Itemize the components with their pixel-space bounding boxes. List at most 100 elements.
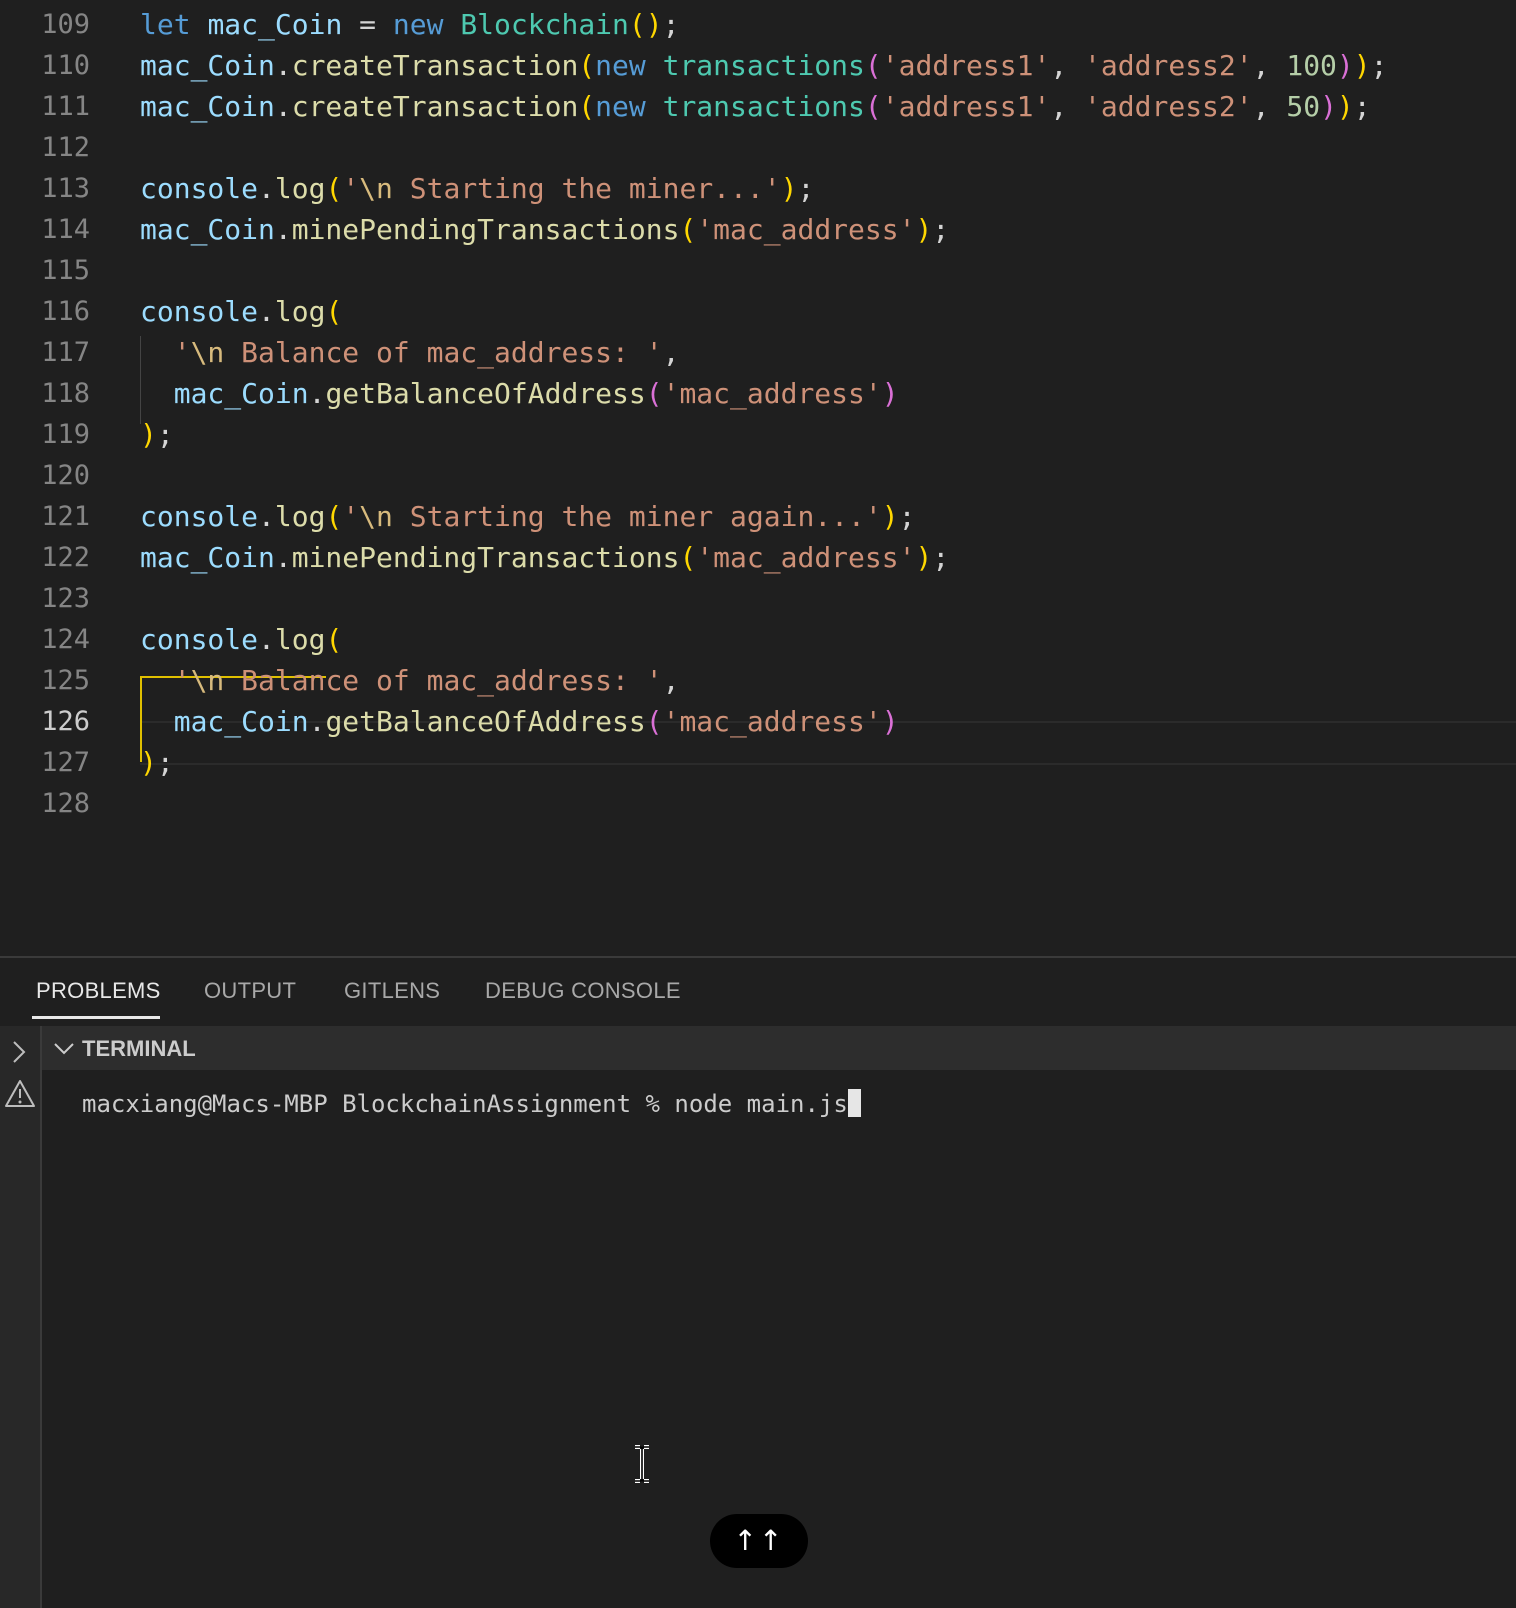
code-token: ; [797,172,815,205]
code-text: console.log('\n Starting the miner again… [140,496,915,538]
code-token: 100 [1286,49,1337,82]
code-line[interactable]: 109 let mac_Coin = new Blockchain(); [0,4,1516,46]
code-token: Blockchain [460,8,629,41]
code-line[interactable]: 118 mac_Coin.getBalanceOfAddress('mac_ad… [0,373,1516,415]
terminal-section-header[interactable]: TERMINAL [42,1026,1516,1070]
code-line[interactable]: 113 console.log('\n Starting the miner...… [0,168,1516,210]
code-line[interactable]: 110 mac_Coin.createTransaction(new transa… [0,45,1516,87]
code-line[interactable]: 116 console.log( [0,291,1516,333]
code-token: Balance of mac_address: ' [224,664,663,697]
code-token: ; [662,8,680,41]
terminal-prompt[interactable]: macxiang@Macs-MBP BlockchainAssignment %… [82,1088,861,1120]
code-token: . [274,213,292,246]
code-line[interactable]: 121 console.log('\n Starting the miner ag… [0,496,1516,538]
code-token: 'mac_address' [662,705,882,738]
code-token: new [392,8,444,41]
code-editor[interactable]: 109 let mac_Coin = new Blockchain(); 110 ma… [0,0,1516,956]
code-token: , [1050,90,1085,123]
code-line[interactable]: 128 [0,783,1516,825]
line-number: 113 [41,173,90,204]
line-number: 126 [41,706,90,737]
code-token: ( [578,90,596,123]
chevron-right-icon[interactable] [0,1032,40,1072]
code-token: ) [915,541,933,574]
code-text: let mac_Coin = new Blockchain(); [140,4,679,46]
code-text: mac_Coin.createTransaction(new transacti… [140,86,1371,128]
code-token: console [140,500,259,533]
code-token: ' [342,172,360,205]
code-line[interactable]: 117 '\n Balance of mac_address: ', [0,332,1516,374]
code-token: . [274,90,292,123]
code-token: . [258,295,275,328]
code-token: ) [881,377,899,410]
tab-output[interactable]: OUTPUT [204,978,296,1004]
code-line[interactable]: 123 [0,578,1516,620]
code-line[interactable]: 120 [0,455,1516,497]
line-number: 110 [41,50,90,81]
code-text: '\n Balance of mac_address: ', [140,332,680,374]
code-token: mac_Coin [140,541,275,574]
line-number: 116 [41,296,90,327]
line-number: 127 [41,747,90,778]
code-token: Balance of mac_address: ' [224,336,663,369]
code-token: , [1252,49,1287,82]
code-token: ( [645,377,663,410]
code-token: 'address2' [1084,90,1253,123]
code-text: mac_Coin.minePendingTransactions('mac_ad… [140,209,949,251]
code-line[interactable]: 127); [0,742,1516,784]
line-number: 119 [41,419,90,450]
line-number: 121 [41,501,90,532]
chevron-down-icon[interactable] [52,1036,76,1064]
code-token: ) [881,500,899,533]
warning-icon[interactable] [0,1074,40,1114]
line-number: 114 [41,214,90,245]
code-token: console [140,172,259,205]
code-line[interactable]: 126 mac_Coin.getBalanceOfAddress('mac_ad… [0,701,1516,743]
code-text: mac_Coin.minePendingTransactions('mac_ad… [140,537,949,579]
code-token: getBalanceOfAddress [325,377,646,410]
code-token: ( [325,500,343,533]
code-token: ; [932,213,950,246]
code-token: mac_Coin [173,705,309,738]
code-line[interactable]: 125 '\n Balance of mac_address: ', [0,660,1516,702]
panel-tabs: PROBLEMS OUTPUT GITLENS DEBUG CONSOLE [0,958,1516,1026]
code-token: ) [915,213,933,246]
code-token: ( [578,49,596,82]
code-line[interactable]: 114 mac_Coin.minePendingTransactions('mac… [0,209,1516,251]
scroll-to-top-button[interactable]: ↑↑ [710,1514,808,1568]
code-line[interactable]: 119); [0,414,1516,456]
line-number: 125 [41,665,90,696]
code-text: console.log('\n Starting the miner...'); [140,168,814,210]
code-token: \n [359,172,393,205]
code-token: mac_Coin [140,213,275,246]
tab-problems[interactable]: PROBLEMS [36,978,161,1004]
code-line[interactable]: 124 console.log( [0,619,1516,661]
code-line[interactable]: 115 [0,250,1516,292]
tab-debug-console[interactable]: DEBUG CONSOLE [485,978,681,1004]
line-number: 118 [41,378,90,409]
code-token: minePendingTransactions [291,541,680,574]
code-token: 'address2' [1084,49,1253,82]
code-token: 'address1' [881,90,1051,123]
line-number: 112 [41,132,90,163]
code-token: ) [1336,49,1354,82]
code-token: ) [881,705,899,738]
code-line[interactable]: 111 mac_Coin.createTransaction(new transa… [0,86,1516,128]
code-line[interactable]: 112 [0,127,1516,169]
code-token: ' [342,500,360,533]
code-text: console.log( [140,291,342,333]
code-line[interactable]: 122 mac_Coin.minePendingTransactions('mac… [0,537,1516,579]
code-token: ) [1336,90,1354,123]
code-token: log [274,295,326,328]
code-text: mac_Coin.getBalanceOfAddress('mac_addres… [140,701,899,743]
code-token: transactions [662,90,865,123]
tab-gitlens[interactable]: GITLENS [344,978,440,1004]
code-token: ( [864,49,882,82]
code-text: console.log( [140,619,342,661]
line-number: 128 [41,788,90,819]
